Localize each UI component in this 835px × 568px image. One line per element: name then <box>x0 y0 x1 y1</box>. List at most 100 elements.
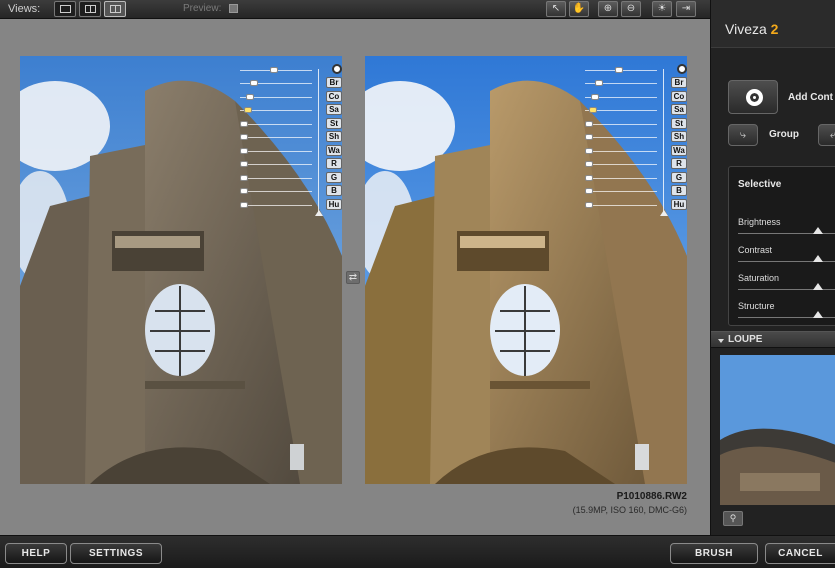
hand-icon: ↖ <box>551 3 561 14</box>
cp-track[interactable] <box>585 164 657 165</box>
cp-slider-br[interactable]: Br <box>585 77 687 89</box>
cp-slider-sa[interactable]: Sa <box>240 104 342 116</box>
cp-knob[interactable] <box>240 147 248 154</box>
cp-knob[interactable] <box>240 174 248 181</box>
brightness-slider[interactable]: Brightness <box>738 217 835 241</box>
cp-knob[interactable] <box>585 201 593 208</box>
cp-knob[interactable] <box>250 80 258 86</box>
cp-knob[interactable] <box>585 120 593 127</box>
cancel-button[interactable]: CANCEL <box>765 543 835 564</box>
help-button[interactable]: HELP <box>5 543 67 564</box>
add-control-point-button[interactable] <box>728 80 778 114</box>
control-point-end-icon[interactable] <box>660 210 668 216</box>
size-knob[interactable] <box>615 67 623 73</box>
single-view-icon <box>60 5 71 13</box>
control-point-before[interactable]: Br Co Sa St Sh Wa R G B Hu <box>240 64 342 222</box>
cp-slider-r[interactable]: R <box>585 158 687 170</box>
structure-slider[interactable]: Structure <box>738 301 835 325</box>
cp-knob[interactable] <box>585 174 593 181</box>
cp-slider-sa[interactable]: Sa <box>585 104 687 116</box>
cp-knob[interactable] <box>585 161 593 167</box>
cp-slider-g[interactable]: G <box>240 171 342 184</box>
settings-button[interactable]: SETTINGS <box>70 543 162 564</box>
cp-track[interactable] <box>585 177 657 179</box>
single-view-button[interactable] <box>54 1 76 17</box>
cp-slider-st[interactable]: St <box>585 117 687 130</box>
cp-track[interactable] <box>585 123 657 125</box>
cp-knob[interactable] <box>240 134 248 140</box>
contrast-slider[interactable]: Contrast <box>738 245 835 269</box>
cp-slider-sh[interactable]: Sh <box>585 131 687 143</box>
saturation-slider[interactable]: Saturation <box>738 273 835 297</box>
image-canvas[interactable]: Br Co Sa St Sh Wa R G B Hu Br Co Sa St S… <box>0 19 710 535</box>
cp-slider-r[interactable]: R <box>240 158 342 170</box>
brush-button[interactable]: BRUSH <box>670 543 758 564</box>
loupe-pin-button[interactable]: ⚲ <box>723 511 743 526</box>
group-button[interactable]: ⤷ <box>728 124 758 146</box>
split-view-icon <box>85 5 96 13</box>
control-point-end-icon[interactable] <box>315 210 323 216</box>
structure-thumb[interactable] <box>813 311 823 318</box>
cp-track[interactable] <box>240 150 312 152</box>
control-point-center-icon[interactable] <box>677 64 687 74</box>
cp-slider-br[interactable]: Br <box>240 77 342 89</box>
cp-track[interactable] <box>240 191 312 192</box>
cp-slider-sh[interactable]: Sh <box>240 131 342 143</box>
cp-slider-co[interactable]: Co <box>585 90 687 103</box>
cp-knob[interactable] <box>240 161 248 167</box>
cp-slider-hu[interactable]: Hu <box>240 198 342 211</box>
cp-track[interactable] <box>585 191 657 192</box>
cp-slider-wa[interactable]: Wa <box>585 144 687 157</box>
zoom-out-button[interactable]: ⊖ <box>621 1 641 17</box>
cp-knob[interactable] <box>240 188 248 194</box>
size-knob[interactable] <box>270 67 278 73</box>
grab-tool-button[interactable]: ✋ <box>569 1 589 17</box>
cp-knob[interactable] <box>589 107 597 113</box>
cp-track[interactable] <box>240 164 312 165</box>
side-by-side-view-button[interactable] <box>104 1 126 17</box>
loupe-view <box>720 355 835 505</box>
cp-knob[interactable] <box>240 201 248 208</box>
cp-slider-g[interactable]: G <box>585 171 687 184</box>
cp-slider-hu[interactable]: Hu <box>585 198 687 211</box>
cp-knob[interactable] <box>585 147 593 154</box>
cp-knob[interactable] <box>585 134 593 140</box>
cp-track[interactable] <box>585 137 657 138</box>
control-point-size-row[interactable] <box>240 64 342 76</box>
control-point-size-row[interactable] <box>585 64 687 76</box>
before-image[interactable]: Br Co Sa St Sh Wa R G B Hu <box>20 56 342 484</box>
light-button[interactable]: ☀ <box>652 1 672 17</box>
cp-label: Hu <box>326 198 342 210</box>
cp-knob[interactable] <box>591 93 599 100</box>
cp-track[interactable] <box>240 123 312 125</box>
hand-tool-button[interactable]: ↖ <box>546 1 566 17</box>
fit-button[interactable]: ⇥ <box>676 1 696 17</box>
loupe-header[interactable]: LOUPE <box>711 331 835 348</box>
cp-slider-b[interactable]: B <box>240 185 342 197</box>
cp-slider-wa[interactable]: Wa <box>240 144 342 157</box>
zoom-in-button[interactable]: ⊕ <box>598 1 618 17</box>
brightness-thumb[interactable] <box>813 227 823 234</box>
after-image[interactable]: Br Co Sa St Sh Wa R G B Hu <box>365 56 687 484</box>
split-view-button[interactable] <box>79 1 101 17</box>
contrast-thumb[interactable] <box>813 255 823 262</box>
cp-knob[interactable] <box>246 93 254 100</box>
cp-knob[interactable] <box>240 120 248 127</box>
control-point-after[interactable]: Br Co Sa St Sh Wa R G B Hu <box>585 64 687 222</box>
cp-slider-st[interactable]: St <box>240 117 342 130</box>
cp-knob[interactable] <box>244 107 252 113</box>
cp-knob[interactable] <box>585 188 593 194</box>
preview-checkbox[interactable] <box>229 4 238 13</box>
cp-track[interactable] <box>240 204 312 206</box>
cp-knob[interactable] <box>595 80 603 86</box>
control-point-center-icon[interactable] <box>332 64 342 74</box>
saturation-thumb[interactable] <box>813 283 823 290</box>
cp-track[interactable] <box>240 137 312 138</box>
cp-slider-b[interactable]: B <box>585 185 687 197</box>
cp-slider-co[interactable]: Co <box>240 90 342 103</box>
ungroup-button[interactable]: ⤶ <box>818 124 835 146</box>
cp-track[interactable] <box>240 177 312 179</box>
cp-track[interactable] <box>585 150 657 152</box>
sync-icon[interactable]: ⇄ <box>346 271 360 284</box>
cp-track[interactable] <box>585 204 657 206</box>
